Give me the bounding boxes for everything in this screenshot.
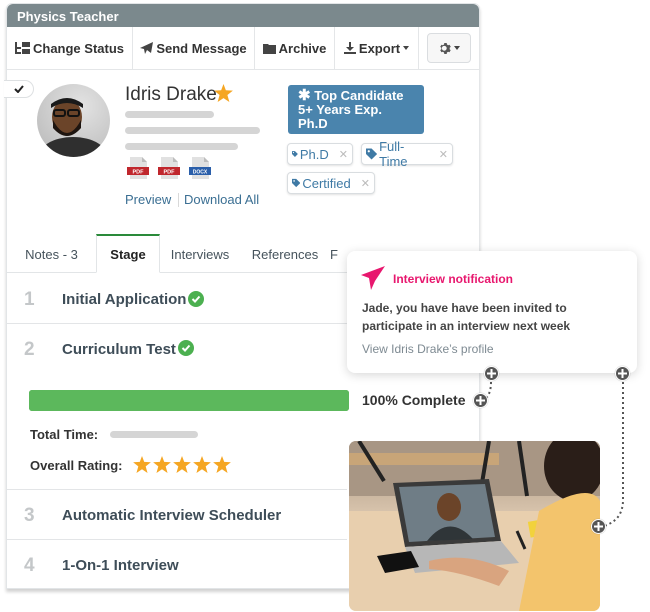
rating-star-icon[interactable] (193, 456, 211, 473)
tag-chip[interactable]: Full-Time ✕ (361, 139, 453, 169)
tag-icon (292, 178, 301, 188)
rating-star-icon[interactable] (133, 456, 151, 473)
tag-label: Ph.D (299, 146, 329, 162)
tag-chip[interactable]: Ph.D ✕ (287, 143, 353, 165)
remove-tag-icon[interactable]: ✕ (361, 177, 370, 190)
gear-icon (439, 42, 451, 54)
send-message-label: Send Message (156, 40, 247, 56)
tag-chip[interactable]: Certified ✕ (287, 172, 375, 194)
skeleton-line (125, 127, 260, 134)
tag-label: Full-Time (379, 139, 408, 169)
skeleton-line (125, 143, 238, 150)
stage-title[interactable]: Curriculum Test (62, 341, 176, 358)
stage-title: 1-On-1 Interview (62, 557, 179, 574)
video-call-illustration-icon (349, 441, 600, 611)
tab-references[interactable]: References (240, 235, 330, 273)
select-checkbox[interactable] (4, 80, 34, 98)
interview-notification-card: Interview notification Jade, you have ha… (347, 251, 637, 373)
person-photo-icon (37, 98, 109, 157)
progress-label: 100% Complete (362, 392, 466, 408)
add-connection-icon[interactable] (473, 393, 488, 408)
stage-number: 3 (24, 505, 35, 526)
tag-icon (366, 148, 378, 160)
file-type-label: PDF (133, 169, 145, 175)
video-interview-photo (349, 441, 600, 611)
pdf-file-icon[interactable]: PDF (157, 157, 181, 179)
completed-check-icon (188, 291, 204, 307)
progress-bar (29, 390, 349, 411)
total-time-label: Total Time: (30, 427, 99, 442)
checkmark-icon (13, 85, 24, 93)
tag-icon (292, 151, 298, 157)
toolbar: Change Status Send Message Archive Expor… (7, 27, 479, 70)
paper-plane-icon (140, 41, 154, 54)
stage-row[interactable]: 4 1-On-1 Interview (7, 540, 347, 589)
candidate-name: Idris Drake (125, 84, 217, 105)
export-button[interactable]: Export (335, 27, 419, 69)
export-label: Export (358, 40, 401, 56)
overall-rating-label: Overall Rating: (30, 458, 123, 473)
tab-bar: Notes - 3 Stage Interviews References F (7, 234, 347, 273)
top-candidate-badge: ✱ Top Candidate 5+ Years Exp. Ph.D (288, 85, 424, 134)
add-connection-icon[interactable] (615, 366, 630, 381)
paper-plane-icon (361, 266, 385, 290)
pdf-file-icon[interactable]: PDF (126, 157, 150, 179)
tab-interviews[interactable]: Interviews (160, 235, 240, 273)
card-header-title: Physics Teacher (7, 4, 479, 27)
add-connection-icon[interactable] (484, 366, 499, 381)
rating-star-icon[interactable] (213, 456, 231, 473)
archive-label: Archive (278, 40, 327, 56)
remove-tag-icon[interactable]: ✕ (439, 148, 448, 161)
change-status-button[interactable]: Change Status (7, 27, 133, 69)
stage-title: Initial Application (62, 291, 187, 308)
stage-row[interactable]: 3 Automatic Interview Scheduler (7, 490, 347, 540)
folder-icon (262, 43, 276, 54)
docx-file-icon[interactable]: DOCX (188, 157, 212, 179)
stage-title: Automatic Interview Scheduler (62, 507, 282, 524)
progress-bar-fill (29, 390, 349, 411)
caret-down-icon (403, 46, 410, 50)
change-status-icon (14, 41, 30, 54)
badge-line-1: Top Candidate (314, 88, 404, 103)
notification-title: Interview notification (393, 272, 514, 286)
completed-check-icon (178, 340, 194, 356)
star-rating[interactable] (133, 456, 231, 473)
badge-line-3: Ph.D (298, 116, 328, 131)
tag-label: Certified (302, 175, 351, 191)
candidate-avatar (37, 84, 110, 157)
dotted-connector (603, 382, 624, 527)
link-separator (178, 193, 179, 207)
caret-down-icon (453, 46, 460, 50)
file-type-label: PDF (164, 169, 176, 175)
archive-button[interactable]: Archive (255, 27, 335, 69)
stage-number: 2 (24, 339, 35, 360)
total-time-value-placeholder (110, 431, 198, 438)
tab-notes[interactable]: Notes - 3 (7, 235, 96, 273)
download-icon (343, 42, 356, 54)
download-all-link[interactable]: Download All (184, 192, 259, 207)
send-message-button[interactable]: Send Message (133, 27, 255, 69)
tab-stage[interactable]: Stage (96, 234, 160, 273)
skeleton-line (125, 111, 214, 118)
badge-line-2: 5+ Years Exp. (298, 102, 382, 117)
stage-number: 1 (24, 289, 35, 310)
stage-row[interactable]: 1 Initial Application (7, 274, 347, 324)
notification-body: Jade, you have have been invited to part… (362, 301, 571, 333)
stage-number: 4 (24, 555, 35, 576)
settings-dropdown-button[interactable] (427, 33, 471, 63)
file-type-label: DOCX (193, 169, 208, 175)
view-profile-link[interactable]: View Idris Drake’s profile (362, 342, 494, 356)
rating-star-icon[interactable] (173, 456, 191, 473)
rating-star-icon[interactable] (153, 456, 171, 473)
favorite-star-icon[interactable] (214, 84, 233, 102)
change-status-label: Change Status (32, 40, 124, 56)
add-connection-icon[interactable] (591, 519, 606, 534)
remove-tag-icon[interactable]: ✕ (339, 148, 348, 161)
preview-link[interactable]: Preview (125, 192, 171, 207)
